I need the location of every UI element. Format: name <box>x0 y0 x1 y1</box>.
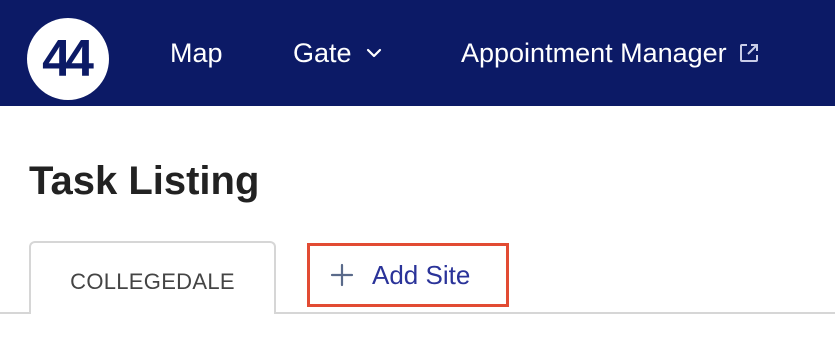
add-site-label: Add Site <box>372 259 471 290</box>
nav-map-label: Map <box>170 38 223 68</box>
logo-text: 44 <box>42 30 94 88</box>
tab-collegedale[interactable]: COLLEGEDALE <box>29 241 276 314</box>
chevron-down-icon <box>366 48 381 58</box>
external-link-icon <box>739 44 758 62</box>
top-nav-bar: 44 Map Gate Appointment Manager <box>0 0 835 106</box>
add-site-button[interactable]: Add Site <box>307 243 509 307</box>
nav-appointment-manager-label: Appointment Manager <box>461 38 727 68</box>
nav-gate-label: Gate <box>293 38 352 68</box>
page-title: Task Listing <box>29 159 260 203</box>
nav-gate-dropdown[interactable]: Gate <box>293 35 384 71</box>
nav-appointment-manager[interactable]: Appointment Manager <box>461 35 761 71</box>
nav-map[interactable]: Map <box>170 35 223 71</box>
logo[interactable]: 44 <box>27 18 109 100</box>
plus-icon <box>330 263 354 287</box>
tab-collegedale-label: COLLEGEDALE <box>70 268 235 294</box>
